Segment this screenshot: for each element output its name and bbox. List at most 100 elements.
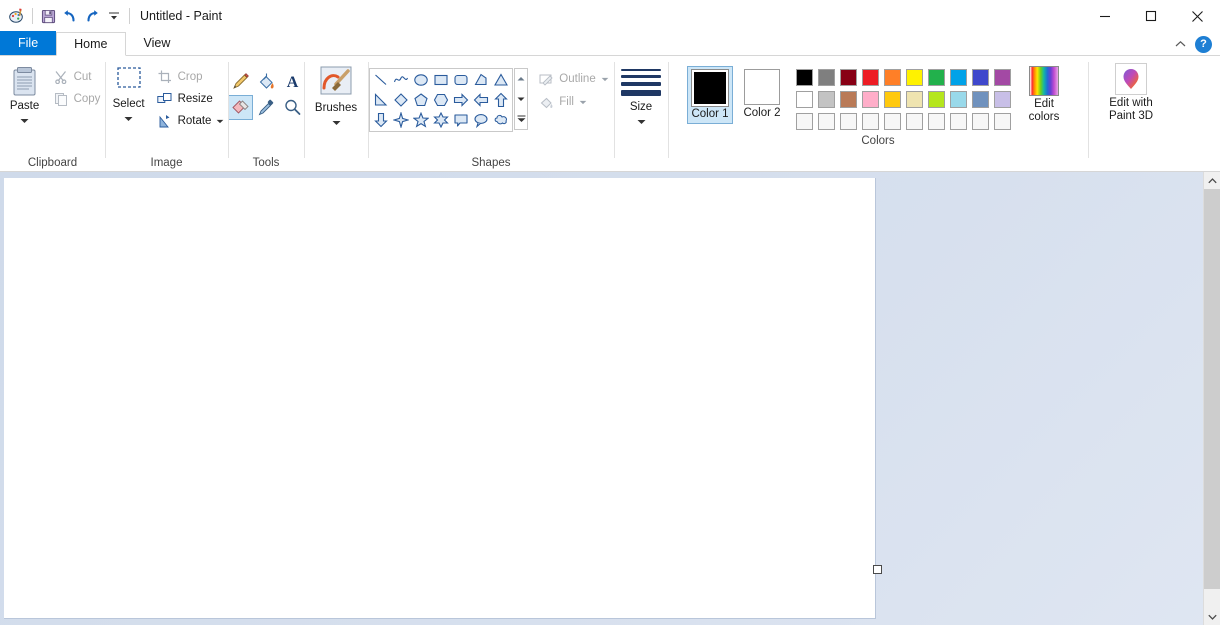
tab-file[interactable]: File (0, 31, 56, 55)
shape-cloud-callout[interactable] (491, 110, 511, 130)
shape-up-arrow[interactable] (491, 90, 511, 110)
redo-icon[interactable] (81, 5, 103, 27)
palette-swatch-empty[interactable] (925, 110, 947, 132)
palette-swatch-empty[interactable] (991, 110, 1013, 132)
size-dropdown-icon[interactable] (637, 114, 646, 128)
color-picker-tool[interactable] (254, 95, 279, 120)
shape-pentagon[interactable] (411, 90, 431, 110)
scroll-down-icon[interactable] (1204, 608, 1220, 625)
outline-button[interactable]: Outline (534, 69, 612, 89)
undo-icon[interactable] (59, 5, 81, 27)
palette-swatch-empty[interactable] (881, 110, 903, 132)
palette-swatch[interactable] (837, 88, 859, 110)
palette-swatch[interactable] (793, 66, 815, 88)
shape-rectangle[interactable] (431, 70, 451, 90)
palette-swatch[interactable] (859, 88, 881, 110)
close-button[interactable] (1174, 0, 1220, 32)
minimize-button[interactable] (1082, 0, 1128, 32)
paint-logo-icon[interactable] (6, 5, 28, 27)
shape-rounded-callout[interactable] (451, 110, 471, 130)
shape-hexagon[interactable] (431, 90, 451, 110)
cut-button[interactable]: Cut (49, 67, 105, 87)
paste-button[interactable]: Paste (1, 63, 49, 127)
palette-swatch[interactable] (925, 88, 947, 110)
shape-oval-callout[interactable] (471, 110, 491, 130)
scroll-up-icon[interactable] (1204, 172, 1220, 189)
text-tool[interactable]: A (280, 69, 305, 94)
brushes-button[interactable]: Brushes (310, 63, 362, 129)
palette-swatch[interactable] (859, 66, 881, 88)
maximize-button[interactable] (1128, 0, 1174, 32)
edit-with-paint3d-button[interactable]: Edit with Paint 3D (1098, 63, 1164, 122)
color-1-swatch[interactable] (692, 70, 728, 106)
color-2-button[interactable]: Color 2 (739, 66, 785, 120)
palette-swatch[interactable] (947, 66, 969, 88)
fill-button[interactable]: Fill (534, 92, 612, 112)
crop-button[interactable]: Crop (153, 67, 229, 87)
palette-swatch[interactable] (881, 88, 903, 110)
shape-curve[interactable] (391, 70, 411, 90)
palette-swatch[interactable] (969, 66, 991, 88)
shapes-expand-icon[interactable] (517, 109, 526, 129)
palette-swatch[interactable] (991, 66, 1013, 88)
pencil-tool[interactable] (228, 69, 253, 94)
shape-six-point-star[interactable] (431, 110, 451, 130)
shapes-scroll-down-icon[interactable] (517, 89, 525, 109)
outline-dropdown-icon[interactable] (601, 73, 609, 85)
resize-button[interactable]: Resize (153, 89, 229, 109)
palette-swatch[interactable] (969, 88, 991, 110)
save-icon[interactable] (37, 5, 59, 27)
shape-polygon[interactable] (471, 70, 491, 90)
shape-triangle[interactable] (491, 70, 511, 90)
help-icon[interactable]: ? (1195, 36, 1212, 53)
palette-swatch-empty[interactable] (903, 110, 925, 132)
palette-swatch-empty[interactable] (859, 110, 881, 132)
shape-right-triangle[interactable] (371, 90, 391, 110)
palette-swatch[interactable] (925, 66, 947, 88)
palette-swatch[interactable] (793, 88, 815, 110)
shape-right-arrow[interactable] (451, 90, 471, 110)
shape-diamond[interactable] (391, 90, 411, 110)
palette-swatch[interactable] (815, 88, 837, 110)
palette-swatch[interactable] (903, 66, 925, 88)
work-area[interactable] (0, 172, 1220, 625)
palette-swatch-empty[interactable] (815, 110, 837, 132)
collapse-ribbon-icon[interactable] (1171, 35, 1189, 53)
shape-line[interactable] (371, 70, 391, 90)
edit-colors-button[interactable]: Edit colors (1019, 66, 1069, 123)
shape-oval[interactable] (411, 70, 431, 90)
palette-swatch[interactable] (881, 66, 903, 88)
scrollbar-thumb[interactable] (1204, 189, 1220, 589)
vertical-scrollbar[interactable] (1203, 172, 1220, 625)
customize-qat-icon[interactable] (103, 5, 125, 27)
shape-rounded-rectangle[interactable] (451, 70, 471, 90)
color-2-swatch[interactable] (744, 69, 780, 105)
select-button[interactable]: Select (105, 63, 153, 125)
brushes-dropdown-icon[interactable] (332, 115, 341, 129)
canvas-resize-handle-right[interactable] (873, 565, 882, 574)
shape-down-arrow[interactable] (371, 110, 391, 130)
shape-five-point-star[interactable] (411, 110, 431, 130)
eraser-tool[interactable] (228, 95, 253, 120)
select-dropdown-icon[interactable] (124, 111, 133, 125)
palette-swatch[interactable] (837, 66, 859, 88)
color-1-button[interactable]: Color 1 (687, 66, 733, 124)
drawing-canvas[interactable] (4, 178, 876, 619)
palette-swatch[interactable] (903, 88, 925, 110)
palette-swatch[interactable] (991, 88, 1013, 110)
fill-dropdown-icon[interactable] (579, 96, 587, 108)
shape-four-point-star[interactable] (391, 110, 411, 130)
palette-swatch-empty[interactable] (837, 110, 859, 132)
magnifier-tool[interactable] (280, 95, 305, 120)
copy-button[interactable]: Copy (49, 89, 105, 109)
tab-view[interactable]: View (126, 31, 189, 55)
palette-swatch-empty[interactable] (947, 110, 969, 132)
scrollbar-track[interactable] (1204, 189, 1220, 608)
tab-home[interactable]: Home (56, 32, 125, 56)
palette-swatch[interactable] (947, 88, 969, 110)
shape-left-arrow[interactable] (471, 90, 491, 110)
fill-tool[interactable] (254, 69, 279, 94)
paste-dropdown-icon[interactable] (20, 113, 29, 127)
palette-swatch-empty[interactable] (969, 110, 991, 132)
palette-swatch-empty[interactable] (793, 110, 815, 132)
